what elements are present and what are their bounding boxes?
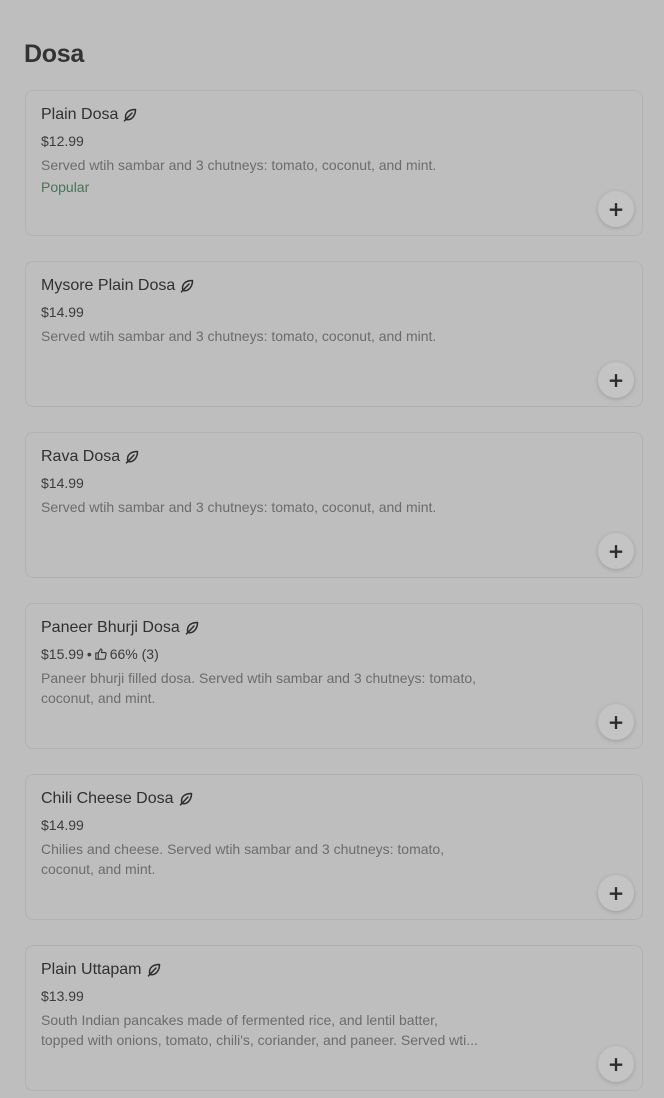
item-name-row: Paneer Bhurji Dosa [41, 619, 199, 637]
item-price: $15.99 [41, 646, 84, 662]
item-name-row: Plain Uttapam [41, 961, 161, 979]
item-description: Served wtih sambar and 3 chutneys: tomat… [41, 157, 437, 173]
item-price: $14.99 [41, 475, 84, 491]
add-button[interactable]: + [598, 191, 634, 227]
item-name-row: Rava Dosa [41, 448, 139, 466]
plus-icon: + [607, 1052, 625, 1076]
add-button[interactable]: + [598, 704, 634, 740]
item-description: Served wtih sambar and 3 chutneys: tomat… [41, 499, 437, 515]
section-title: Dosa [24, 40, 84, 68]
item-price: $13.99 [41, 988, 84, 1004]
item-description: Served wtih sambar and 3 chutneys: tomat… [41, 328, 437, 344]
item-name-row: Mysore Plain Dosa [41, 277, 194, 295]
item-price: $12.99 [41, 133, 84, 149]
item-description: Chilies and cheese. Served wtih sambar a… [41, 841, 445, 877]
item-name: Plain Uttapam [41, 961, 142, 978]
leaf-icon [179, 792, 192, 806]
leaf-icon [181, 279, 194, 293]
item-meta: $13.99 [41, 988, 84, 1004]
separator-dot: • [86, 646, 92, 662]
item-meta: $14.99 [41, 475, 84, 491]
thumbs-up-icon [94, 648, 107, 660]
item-name-row: Plain Dosa [41, 106, 137, 124]
plus-icon: + [607, 197, 625, 221]
menu-item-card[interactable]: Plain Dosa $12.99 Served wtih sambar and… [25, 90, 643, 236]
menu-item-card[interactable]: Chili Cheese Dosa $14.99 Chilies and che… [25, 774, 643, 920]
item-name: Plain Dosa [41, 106, 119, 123]
item-name-row: Chili Cheese Dosa [41, 790, 193, 808]
leaf-icon [185, 621, 198, 635]
add-button[interactable]: + [598, 533, 634, 569]
add-button[interactable]: + [598, 875, 634, 911]
item-price: $14.99 [41, 817, 84, 833]
popular-tag: Popular [41, 179, 90, 195]
item-price: $14.99 [41, 304, 84, 320]
menu-item-card[interactable]: Plain Uttapam $13.99 South Indian pancak… [25, 945, 643, 1091]
add-button[interactable]: + [598, 1046, 634, 1082]
item-name: Chili Cheese Dosa [41, 790, 174, 807]
leaf-icon [147, 963, 160, 977]
plus-icon: + [607, 368, 625, 392]
item-description: Paneer bhurji filled dosa. Served wtih s… [41, 670, 477, 706]
item-meta: $12.99 [41, 133, 84, 149]
plus-icon: + [607, 710, 625, 734]
leaf-icon [124, 108, 137, 122]
menu-item-card[interactable]: Paneer Bhurji Dosa $15.99 • 66% (3) Pane… [25, 603, 643, 749]
plus-icon: + [607, 539, 625, 563]
item-meta: $14.99 [41, 304, 84, 320]
add-button[interactable]: + [598, 362, 634, 398]
item-name: Rava Dosa [41, 448, 121, 465]
item-name: Mysore Plain Dosa [41, 277, 176, 294]
plus-icon: + [607, 881, 625, 905]
menu-item-card[interactable]: Mysore Plain Dosa $14.99 Served wtih sam… [25, 261, 643, 407]
item-meta: $14.99 [41, 817, 84, 833]
item-description: South Indian pancakes made of fermented … [41, 1012, 478, 1048]
item-rating: 66% (3) [109, 646, 159, 662]
item-meta: $15.99 • 66% (3) [41, 646, 159, 662]
item-name: Paneer Bhurji Dosa [41, 619, 180, 636]
menu-item-card[interactable]: Rava Dosa $14.99 Served wtih sambar and … [25, 432, 643, 578]
leaf-icon [125, 450, 139, 464]
